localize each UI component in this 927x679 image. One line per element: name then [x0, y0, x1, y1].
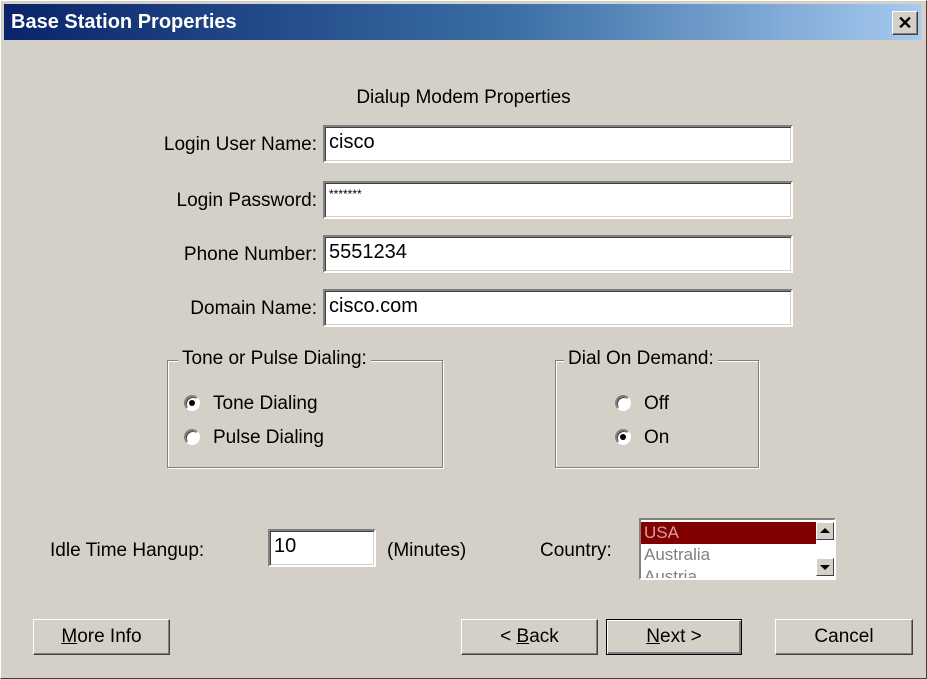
- back-button[interactable]: < Back: [461, 619, 598, 655]
- section-heading: Dialup Modem Properties: [356, 87, 571, 108]
- arrow-up-icon: [820, 528, 830, 533]
- scroll-up-button[interactable]: [816, 522, 834, 540]
- login-password-input[interactable]: *******: [323, 181, 793, 219]
- next-text: ext >: [660, 626, 702, 647]
- pulse-dialing-label[interactable]: Pulse Dialing: [213, 427, 324, 449]
- login-password-label: Login Password:: [176, 190, 317, 211]
- idle-time-unit: (Minutes): [387, 540, 467, 561]
- arrow-down-icon: [820, 565, 830, 570]
- pulse-dialing-radio[interactable]: [184, 429, 200, 445]
- close-button[interactable]: ✕: [892, 11, 918, 35]
- back-prefix: <: [500, 626, 517, 647]
- idle-time-input[interactable]: 10: [268, 529, 376, 567]
- cancel-button[interactable]: Cancel: [775, 619, 913, 655]
- country-option-australia[interactable]: Australia: [641, 544, 816, 566]
- radio-dot-icon: [189, 400, 195, 406]
- back-accel: B: [516, 626, 530, 647]
- tone-dialing-radio[interactable]: [184, 395, 200, 411]
- more-info-text: ore Info: [77, 626, 142, 647]
- tone-dialing-label[interactable]: Tone Dialing: [213, 393, 318, 415]
- country-listbox[interactable]: USA Australia Austria: [639, 518, 836, 580]
- window-title: Base Station Properties: [11, 11, 237, 33]
- radio-dot-icon: [620, 434, 626, 440]
- back-text: ack: [529, 626, 559, 647]
- dial-on-demand-on-radio[interactable]: [615, 429, 631, 445]
- domain-name-label: Domain Name:: [190, 298, 317, 319]
- close-icon: ✕: [897, 13, 913, 33]
- dialing-mode-legend: Tone or Pulse Dialing:: [178, 348, 371, 370]
- more-info-accel: M: [61, 626, 78, 647]
- title-bar[interactable]: Base Station Properties ✕: [4, 4, 921, 40]
- phone-number-input[interactable]: 5551234: [323, 235, 793, 273]
- dial-on-demand-off-label[interactable]: Off: [644, 393, 669, 415]
- dial-on-demand-off-radio[interactable]: [615, 395, 631, 411]
- login-user-name-label: Login User Name:: [163, 134, 317, 155]
- more-info-button[interactable]: More Info: [33, 619, 170, 655]
- dial-on-demand-legend: Dial On Demand:: [564, 348, 718, 370]
- scroll-down-button[interactable]: [816, 558, 834, 576]
- country-option-austria[interactable]: Austria: [641, 566, 816, 578]
- domain-name-input[interactable]: cisco.com: [323, 289, 793, 327]
- next-accel: N: [646, 626, 660, 647]
- phone-number-label: Phone Number:: [183, 244, 317, 265]
- dial-on-demand-on-label[interactable]: On: [644, 427, 669, 449]
- next-button[interactable]: Next >: [606, 619, 742, 655]
- country-label: Country:: [540, 540, 612, 561]
- idle-time-label: Idle Time Hangup:: [50, 540, 205, 561]
- country-option-usa[interactable]: USA: [641, 522, 816, 544]
- login-user-name-input[interactable]: cisco: [323, 125, 793, 163]
